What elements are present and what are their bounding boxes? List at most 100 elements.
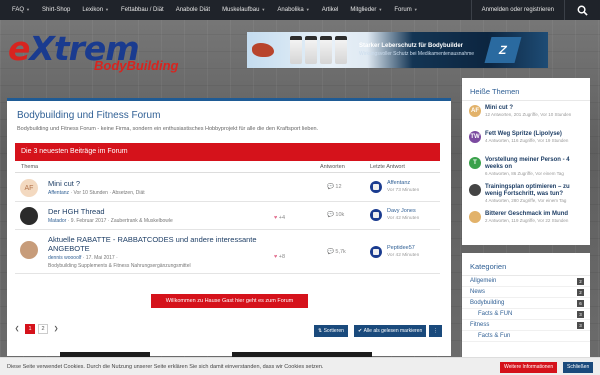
like-count: ♥ +8 xyxy=(274,254,286,260)
search-button[interactable] xyxy=(564,0,600,20)
pagination: ❮ 1 2 ❯ xyxy=(12,324,61,334)
last-post-time: Vor 73 Minuten xyxy=(387,188,420,193)
nav-faq[interactable]: FAQ ▼ xyxy=(12,7,30,13)
last-poster[interactable]: Peptidee57 xyxy=(387,245,415,251)
next-page-icon[interactable]: ❯ xyxy=(51,324,61,334)
nav-shirt-shop[interactable]: Shirt-Shop xyxy=(42,7,70,13)
ad-banner[interactable]: Starker Leberschutz für Bodybuilder Wirku… xyxy=(247,32,548,68)
reply-count: 💬 12 xyxy=(327,184,342,190)
last-post-time: Vor 42 Minuten xyxy=(387,216,420,221)
category-facts-fun-fitness[interactable]: Facts & Fun xyxy=(462,331,590,342)
category-count: 2 xyxy=(577,289,584,296)
category-count: 2 xyxy=(577,278,584,285)
more-info-button[interactable]: Weitere Informationen xyxy=(500,362,558,373)
avatar[interactable]: AF xyxy=(20,179,38,197)
avatar[interactable] xyxy=(20,207,38,225)
page-description: Bodybuilding und Fitness Forum - keine F… xyxy=(17,126,319,132)
last-poster-avatar[interactable] xyxy=(370,209,382,221)
cookie-notice: Diese Seite verwendet Cookies. Durch die… xyxy=(0,357,600,375)
thread-author[interactable]: Matador xyxy=(48,218,66,224)
more-icon: ⋮ xyxy=(433,328,438,334)
last-post-time: Vor 42 Minuten xyxy=(387,253,420,258)
category-news[interactable]: News 2 xyxy=(462,287,590,298)
category-bodybuilding[interactable]: Bodybuilding 6 xyxy=(462,298,590,309)
table-row[interactable]: Aktuelle RABATTE - RABBATCODES und ander… xyxy=(15,230,440,274)
site-logo[interactable]: eXtrem BodyBuilding xyxy=(8,31,191,75)
last-poster-avatar[interactable] xyxy=(370,246,382,258)
last-poster[interactable]: Affentanz xyxy=(387,180,410,186)
top-navigation: FAQ ▼ Shirt-Shop Lexikon ▼ Fettabbau / Diä… xyxy=(0,0,600,20)
sidebar: Heiße Themen AF Mini cut ? 12 Antworten,… xyxy=(462,78,590,371)
thread-title[interactable]: Der HGH Thread xyxy=(48,207,105,216)
more-options-button[interactable]: ⋮ xyxy=(429,325,442,337)
categories-card: Kategorien Allgemein 2 News 2 Bodybuilding… xyxy=(462,253,590,363)
avatar xyxy=(469,211,481,223)
liver-image xyxy=(252,43,274,57)
thread-meta: · Vor 10 Stunden · Absetzen, Diät xyxy=(70,190,145,196)
nav-artikel[interactable]: Artikel xyxy=(322,7,339,13)
check-icon: ✔ xyxy=(358,328,363,334)
mark-all-read-button[interactable]: ✔ Alle als gelesen markieren xyxy=(354,325,427,337)
sort-icon: ⇅ xyxy=(318,328,323,334)
hot-topic-item[interactable]: TW Fett Weg Spritze (Lipolyse) 4 Antwort… xyxy=(462,127,590,153)
banner-subline: Wirkungsvoller Schutz bei Medikamentenau… xyxy=(359,51,475,57)
hot-topics-title: Heiße Themen xyxy=(462,78,590,101)
login-register-link[interactable]: Anmelden oder registrieren xyxy=(470,0,564,20)
last-poster-avatar[interactable] xyxy=(370,181,382,193)
col-antworten: Antworten xyxy=(320,164,345,170)
avatar: AF xyxy=(469,105,481,117)
hot-topic-item[interactable]: Trainingsplan optimieren – zu wenig Fort… xyxy=(462,180,590,207)
avatar[interactable] xyxy=(20,241,38,259)
latest-posts-header: Die 3 neuesten Beiträge im Forum xyxy=(15,143,440,161)
welcome-forum-button[interactable]: Willkommen zu Hause Gast hier geht es zu… xyxy=(151,294,308,308)
page-1[interactable]: 1 xyxy=(25,324,35,334)
category-facts-fun[interactable]: Facts & FUN 3 xyxy=(462,309,590,320)
nav-anabolika[interactable]: Anabolika ▼ xyxy=(277,7,309,13)
thread-meta: · 17. Mai 2017 · xyxy=(82,255,118,261)
sort-button[interactable]: ⇅ Sortieren xyxy=(314,325,348,337)
page-title: Bodybuilding und Fitness Forum xyxy=(17,110,161,121)
thread-meta: · 9. Februar 2017 · Zaubertrank & Muskel… xyxy=(67,218,173,224)
category-count: 3 xyxy=(577,311,584,318)
thread-title[interactable]: Aktuelle RABATTE - RABBATCODES und ander… xyxy=(48,235,258,253)
heart-icon: ♥ xyxy=(274,254,278,260)
nav-muskelaufbau[interactable]: Muskelaufbau ▼ xyxy=(222,7,265,13)
like-count: ♥ +4 xyxy=(274,215,286,221)
table-row[interactable]: Der HGH Thread Matador · 9. Februar 2017… xyxy=(15,202,440,230)
main-content: Bodybuilding und Fitness Forum Bodybuild… xyxy=(7,98,451,356)
heart-icon: ♥ xyxy=(274,215,278,221)
nav-anabole-diaet[interactable]: Anabole Diät xyxy=(176,7,210,13)
avatar: T xyxy=(469,157,481,169)
thread-forum[interactable]: Bodybuilding Supplements & Fitness Nahru… xyxy=(48,263,191,269)
thread-author[interactable]: dennis woooolf xyxy=(48,255,81,261)
thread-author[interactable]: Affentanz xyxy=(48,190,69,196)
nav-forum[interactable]: Forum ▼ xyxy=(394,7,417,13)
hot-topic-item[interactable]: Bitterer Geschmack im Mund 2 Antworten, … xyxy=(462,207,590,233)
prev-page-icon[interactable]: ❮ xyxy=(12,324,22,334)
brand-logo-icon: Z xyxy=(484,37,522,63)
hot-topic-item[interactable]: T Vorstellung meiner Person - 4 weeks on… xyxy=(462,153,590,180)
last-poster[interactable]: Davy Jones xyxy=(387,208,416,214)
reply-count: 💬 10k xyxy=(327,212,345,218)
category-count: 3 xyxy=(577,322,584,329)
close-cookie-button[interactable]: Schließen xyxy=(563,362,594,373)
banner-headline: Starker Leberschutz für Bodybuilder xyxy=(359,43,464,49)
page-2[interactable]: 2 xyxy=(38,324,48,334)
category-fitness[interactable]: Fitness 3 xyxy=(462,320,590,331)
category-allgemein[interactable]: Allgemein 2 xyxy=(462,276,590,287)
cookie-text: Diese Seite verwendet Cookies. Durch die… xyxy=(7,364,324,370)
nav-fettabbau[interactable]: Fettabbau / Diät xyxy=(121,7,164,13)
hot-topic-item[interactable]: AF Mini cut ? 12 Antworten, 201 Zugriffe… xyxy=(462,101,590,127)
col-letzte-antwort: Letzte Antwort xyxy=(370,164,405,170)
nav-lexikon[interactable]: Lexikon ▼ xyxy=(82,7,109,13)
col-thema: Thema xyxy=(21,164,39,170)
avatar: TW xyxy=(469,131,481,143)
nav-mitglieder[interactable]: Mitglieder ▼ xyxy=(350,7,382,13)
table-header: Thema Antworten Letzte Antwort xyxy=(15,161,440,173)
categories-title: Kategorien xyxy=(462,253,590,276)
category-count: 6 xyxy=(577,300,584,307)
avatar xyxy=(469,184,481,196)
table-row[interactable]: AF Mini cut ? Affentanz · Vor 10 Stunden… xyxy=(15,174,440,202)
hot-topics-card: Heiße Themen AF Mini cut ? 12 Antworten,… xyxy=(462,78,590,245)
thread-title[interactable]: Mini cut ? xyxy=(48,179,80,188)
